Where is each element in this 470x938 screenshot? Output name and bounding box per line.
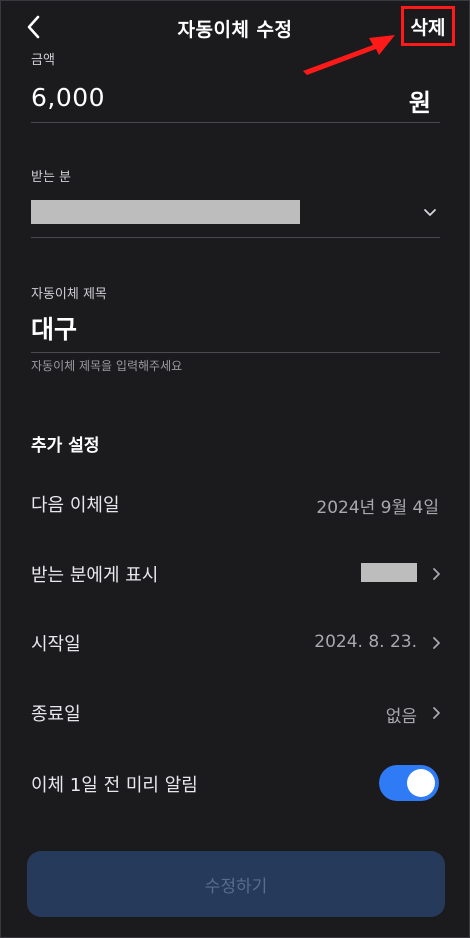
reminder-toggle[interactable]: [379, 765, 439, 801]
start-date-value: 2024. 8. 23.: [314, 632, 417, 652]
chevron-down-icon[interactable]: [422, 205, 438, 219]
amount-unit: 원: [408, 89, 431, 117]
next-transfer-row[interactable]: 다음 이체일 2024년 9월 4일: [1, 479, 469, 525]
reminder-label: 이체 1일 전 미리 알림: [31, 775, 198, 796]
transfer-title-input[interactable]: [31, 311, 431, 345]
next-transfer-value: 2024년 9월 4일: [316, 498, 439, 518]
start-date-label: 시작일: [31, 634, 81, 655]
submit-button-label: 수정하기: [204, 876, 268, 897]
recipient-divider: [31, 237, 440, 238]
start-date-row[interactable]: 시작일 2024. 8. 23.: [1, 618, 469, 664]
app-screen: 자동이체 수정 삭제 금액 6,000 원 받는 분 자동이체 제목 자동이체 …: [0, 0, 470, 938]
chevron-right-icon: [433, 568, 440, 580]
amount-label: 금액: [31, 53, 55, 68]
transfer-title-label: 자동이체 제목: [31, 287, 107, 302]
delete-button[interactable]: 삭제: [401, 6, 455, 46]
submit-button[interactable]: 수정하기: [27, 851, 445, 917]
extra-settings-title: 추가 설정: [31, 436, 100, 456]
transfer-title-helper: 자동이체 제목을 입력해주세요: [31, 359, 183, 373]
end-date-row[interactable]: 종료일 없음: [1, 688, 469, 734]
end-date-label: 종료일: [31, 704, 81, 725]
delete-button-label: 삭제: [410, 16, 446, 39]
amount-divider: [31, 122, 440, 123]
recipient-redacted[interactable]: [31, 200, 300, 224]
end-date-value: 없음: [385, 707, 417, 727]
amount-value[interactable]: 6,000: [31, 83, 105, 112]
recipient-label: 받는 분: [31, 170, 72, 185]
chevron-right-icon: [433, 707, 440, 719]
annotation-arrow-icon: [303, 35, 395, 75]
display-to-recipient-label: 받는 분에게 표시: [31, 565, 159, 586]
toggle-knob: [407, 769, 435, 797]
reminder-row: 이체 1일 전 미리 알림: [1, 759, 469, 805]
transfer-title-divider: [31, 352, 440, 353]
display-to-recipient-redacted: [361, 563, 417, 582]
chevron-right-icon: [433, 637, 440, 649]
next-transfer-label: 다음 이체일: [31, 495, 120, 516]
display-to-recipient-row[interactable]: 받는 분에게 표시: [1, 549, 469, 595]
